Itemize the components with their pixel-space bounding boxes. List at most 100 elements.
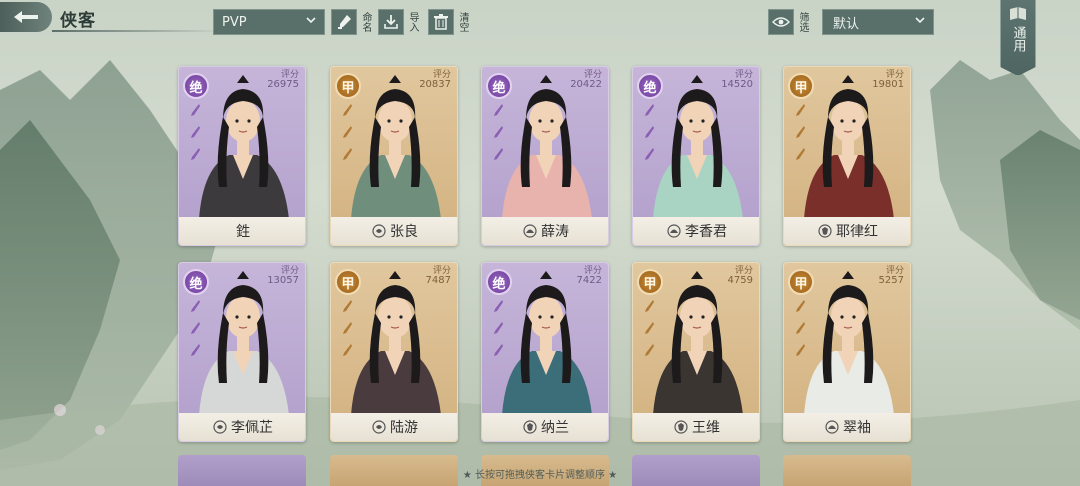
- sword-icon: [796, 148, 805, 160]
- hero-card[interactable]: 甲 评分 19801 耶律红: [783, 66, 911, 246]
- sword-icon: [494, 322, 503, 334]
- sort-dropdown[interactable]: 默认: [822, 9, 934, 35]
- shield-faction-icon: [523, 420, 537, 434]
- swirl-faction-icon: [213, 420, 227, 434]
- sword-icon: [191, 322, 200, 334]
- sword-icon: [494, 344, 503, 356]
- score-value: 14520: [721, 79, 753, 90]
- shield-faction-icon: [674, 420, 688, 434]
- general-tab[interactable]: 通用: [1000, 0, 1036, 76]
- skill-marks: [189, 103, 205, 169]
- hero-name-plate: 张良: [331, 217, 457, 245]
- grade-badge: 绝: [183, 269, 209, 295]
- sword-icon: [645, 300, 654, 312]
- grade-badge: 甲: [335, 269, 361, 295]
- sword-icon: [343, 126, 352, 138]
- sword-icon: [191, 300, 200, 312]
- sword-icon: [191, 126, 200, 138]
- hero-card[interactable]: 甲 评分 4759 王维: [632, 262, 760, 442]
- top-bar: 侠客 PVP 命名 导入 清空 筛选 默认 通用: [0, 0, 1080, 76]
- swirl-faction-icon: [372, 224, 386, 238]
- score-label: 评分 19801: [872, 70, 904, 90]
- score-value: 4759: [727, 275, 753, 286]
- hero-name-plate: 纳兰: [482, 413, 608, 441]
- grade-badge: 甲: [637, 269, 663, 295]
- score-label: 评分 13057: [267, 266, 299, 286]
- score-label: 评分 26975: [267, 70, 299, 90]
- lotus-faction-icon: [825, 420, 839, 434]
- sword-icon: [494, 104, 503, 116]
- sword-icon: [494, 148, 503, 160]
- clear-button[interactable]: 清空: [428, 8, 468, 36]
- mode-dropdown[interactable]: PVP: [213, 9, 325, 35]
- sword-icon: [796, 300, 805, 312]
- hero-name-plate: 李香君: [633, 217, 759, 245]
- sword-icon: [343, 148, 352, 160]
- hero-card[interactable]: 甲 评分 20837 张良: [330, 66, 458, 246]
- hero-card[interactable]: 甲 评分 7487 陆游: [330, 262, 458, 442]
- sort-dropdown-value: 默认: [833, 16, 860, 32]
- title-divider: [52, 30, 222, 32]
- score-label: 评分 14520: [721, 70, 753, 90]
- skill-marks: [492, 299, 508, 365]
- hero-card[interactable]: 绝 评分 13057 李佩芷: [178, 262, 306, 442]
- sword-icon: [645, 126, 654, 138]
- hero-name-plate: 薛涛: [482, 217, 608, 245]
- sword-icon: [796, 322, 805, 334]
- chevron-down-icon: [915, 17, 925, 24]
- back-button[interactable]: [0, 2, 52, 32]
- grade-badge: 甲: [788, 73, 814, 99]
- book-icon: [1010, 7, 1026, 20]
- score-value: 7422: [576, 275, 602, 286]
- skill-marks: [643, 103, 659, 169]
- grade-badge: 绝: [486, 73, 512, 99]
- score-value: 7487: [425, 275, 451, 286]
- skill-marks: [341, 299, 357, 365]
- skill-marks: [341, 103, 357, 169]
- filter-button[interactable]: 筛选: [768, 8, 808, 36]
- sword-icon: [645, 104, 654, 116]
- swirl-faction-icon: [372, 420, 386, 434]
- score-label: 评分 7422: [577, 266, 602, 286]
- hero-name: 王维: [692, 420, 720, 436]
- hero-card[interactable]: 绝 评分 7422 纳兰: [481, 262, 609, 442]
- sword-icon: [343, 344, 352, 356]
- general-tab-label: 通用: [1010, 26, 1026, 52]
- score-label: 评分 4759: [728, 266, 753, 286]
- hero-name: 陆游: [390, 420, 418, 436]
- skill-marks: [189, 299, 205, 365]
- import-button[interactable]: 导入: [378, 8, 418, 36]
- sword-icon: [343, 104, 352, 116]
- hero-card[interactable]: 绝 评分 20422 薛涛: [481, 66, 609, 246]
- clear-label: 清空: [457, 12, 468, 32]
- hero-name: 李佩芷: [231, 420, 273, 436]
- score-value: 5257: [878, 275, 904, 286]
- drag-hint: ★ 长按可拖拽侠客卡片调整顺序 ★: [462, 470, 618, 481]
- trash-icon: [428, 9, 454, 35]
- hero-name-plate: 李佩芷: [179, 413, 305, 441]
- sword-icon: [796, 344, 805, 356]
- import-label: 导入: [407, 12, 418, 32]
- sword-icon: [796, 104, 805, 116]
- grade-badge: 甲: [788, 269, 814, 295]
- rename-button[interactable]: 命名: [331, 8, 371, 36]
- hero-name-plate: 王维: [633, 413, 759, 441]
- score-label: 评分 20837: [419, 70, 451, 90]
- sword-icon: [645, 322, 654, 334]
- sword-icon: [343, 322, 352, 334]
- hero-name: 耶律红: [836, 224, 878, 240]
- score-value: 20422: [570, 79, 602, 90]
- sword-icon: [494, 300, 503, 312]
- hero-card[interactable]: 绝 评分 14520 李香君: [632, 66, 760, 246]
- skill-marks: [794, 103, 810, 169]
- sword-icon: [191, 148, 200, 160]
- chevron-down-icon: [306, 17, 316, 24]
- skill-marks: [794, 299, 810, 365]
- hero-card[interactable]: 绝 评分 26975 鉎: [178, 66, 306, 246]
- hero-name: 翠袖: [843, 420, 871, 436]
- score-label: 评分 5257: [879, 266, 904, 286]
- hero-card[interactable]: 甲 评分 5257 翠袖: [783, 262, 911, 442]
- lotus-faction-icon: [523, 224, 537, 238]
- grade-badge: 绝: [486, 269, 512, 295]
- hero-name-plate: 翠袖: [784, 413, 910, 441]
